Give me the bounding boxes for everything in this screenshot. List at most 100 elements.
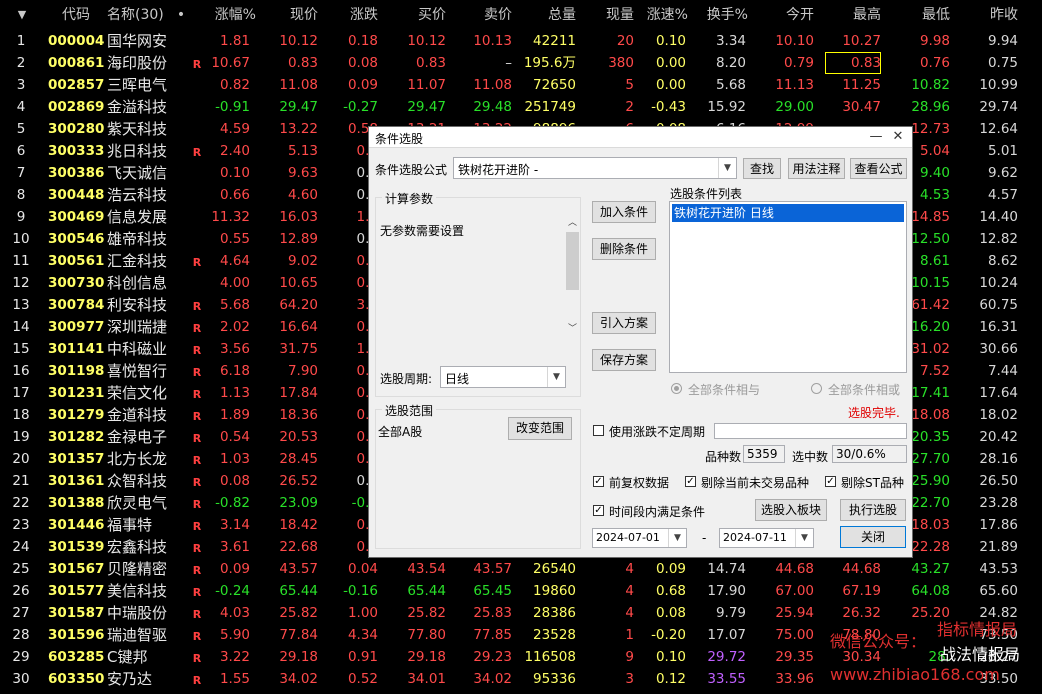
- table-row[interactable]: 25 301567 贝隆精密 R 0.09 43.57 0.04 43.54 43.57 2654…: [0, 558, 1042, 580]
- chevron-down-icon[interactable]: ▼: [668, 529, 686, 547]
- table-cell: 64.08: [911, 583, 950, 599]
- dialog-titlebar[interactable]: 条件选股 — ✕: [369, 127, 912, 148]
- import-scheme-button[interactable]: 引入方案: [592, 312, 656, 334]
- table-cell: 4.34: [347, 627, 378, 643]
- condition-list-item[interactable]: 铁树花开进阶 日线: [672, 204, 904, 222]
- stock-screener-dialog: 条件选股 — ✕ 条件选股公式 铁树花开进阶 - ▼ 查找 用法注释 查看公式 …: [368, 126, 913, 558]
- table-cell: 3: [625, 671, 634, 687]
- minimize-icon[interactable]: —: [864, 127, 888, 147]
- find-button[interactable]: 查找: [743, 158, 781, 179]
- table-cell: 67.00: [775, 583, 814, 599]
- table-cell: –: [505, 55, 512, 71]
- row-index: 20: [12, 451, 30, 467]
- table-cell: 4.60: [287, 187, 318, 203]
- exclude-suspended-checkbox[interactable]: ✓: [685, 476, 696, 487]
- date-to-select[interactable]: 2024-07-11 ▼: [719, 528, 814, 548]
- formula-select[interactable]: 铁树花开进阶 - ▼: [453, 157, 737, 179]
- row-index: 22: [12, 495, 30, 511]
- or-radio[interactable]: [811, 383, 822, 394]
- delete-condition-button[interactable]: 删除条件: [592, 238, 656, 260]
- table-cell: 0.55: [219, 231, 250, 247]
- column-header[interactable]: 涨跌: [322, 0, 378, 30]
- column-header[interactable]: 买价: [390, 0, 446, 30]
- usage-notes-button[interactable]: 用法注释: [788, 158, 845, 179]
- stock-code: 300280: [48, 121, 105, 137]
- sort-icon[interactable]: ▼: [12, 0, 32, 30]
- table-cell: 20.53: [279, 429, 318, 445]
- table-row[interactable]: 3 002857 三晖电气 0.82 11.08 0.09 11.07 11.08 72650 5…: [0, 74, 1042, 96]
- column-header[interactable]: 总量: [516, 0, 576, 30]
- row-index: 15: [12, 341, 30, 357]
- table-cell: 195.6万: [523, 55, 576, 71]
- row-index: 27: [12, 605, 30, 621]
- column-header[interactable]: 最高: [825, 0, 881, 30]
- run-screening-button[interactable]: 执行选股: [840, 499, 906, 521]
- scroll-thumb[interactable]: [566, 232, 579, 290]
- add-condition-button[interactable]: 加入条件: [592, 201, 656, 223]
- table-row[interactable]: 1 000004 国华网安 1.81 10.12 0.18 10.12 10.13 42211 2…: [0, 30, 1042, 52]
- use-period-checkbox[interactable]: [593, 425, 604, 436]
- chevron-down-icon[interactable]: ▼: [718, 158, 736, 178]
- stock-code: 300546: [48, 231, 105, 247]
- exclude-st-checkbox[interactable]: ✓: [825, 476, 836, 487]
- stock-name: 安乃达: [107, 670, 153, 688]
- status-text: 选股完毕.: [848, 406, 900, 420]
- table-cell: 33.55: [707, 671, 746, 687]
- stock-name: 深圳瑞捷: [107, 318, 168, 336]
- close-icon[interactable]: ✕: [886, 127, 910, 147]
- table-cell: 43.57: [473, 561, 512, 577]
- table-cell: 25.82: [279, 605, 318, 621]
- column-header[interactable]: 涨幅%: [200, 0, 256, 30]
- column-header[interactable]: 现价: [262, 0, 318, 30]
- column-header[interactable]: 今开: [758, 0, 814, 30]
- change-scope-button[interactable]: 改变范围: [508, 417, 572, 440]
- chevron-down-icon[interactable]: ▼: [795, 529, 813, 547]
- stock-name: 金禄电子: [107, 428, 168, 446]
- row-index: 12: [12, 275, 30, 291]
- table-row[interactable]: 27 301587 中瑞股份 R 4.03 25.82 1.00 25.82 25.83 2838…: [0, 602, 1042, 624]
- column-header[interactable]: 换手%: [700, 0, 748, 30]
- period-select[interactable]: 日线 ▼: [440, 366, 566, 388]
- table-cell: 3.61: [219, 539, 250, 555]
- column-header[interactable]: 昨收: [958, 0, 1018, 30]
- table-cell: 0.68: [655, 583, 686, 599]
- scroll-up-icon[interactable]: ︿: [565, 216, 580, 230]
- table-row[interactable]: 2 000861 海印股份 R 10.67 0.83 0.08 0.83–195.6万 380 0…: [0, 52, 1042, 74]
- table-cell: 0.10: [655, 33, 686, 49]
- to-block-button[interactable]: 选股入板块: [755, 499, 827, 521]
- view-formula-button[interactable]: 查看公式: [850, 158, 907, 179]
- column-header[interactable]: 现量: [582, 0, 634, 30]
- period-input[interactable]: [714, 423, 907, 439]
- column-header[interactable]: •: [174, 0, 188, 30]
- save-scheme-button[interactable]: 保存方案: [592, 349, 656, 371]
- table-cell: 9.98: [919, 33, 950, 49]
- table-row[interactable]: 4 002869 金溢科技 -0.91 29.47 -0.27 29.47 29.48 2517…: [0, 96, 1042, 118]
- time-range-checkbox[interactable]: ✓: [593, 505, 604, 516]
- table-cell: 12.82: [979, 231, 1018, 247]
- and-radio[interactable]: [671, 383, 682, 394]
- condition-list[interactable]: 铁树花开进阶 日线: [669, 201, 907, 373]
- or-label: 全部条件相或: [828, 383, 901, 397]
- column-header[interactable]: 名称(30): [107, 0, 179, 30]
- stock-code: 301361: [48, 473, 105, 489]
- table-cell: 380: [608, 55, 634, 71]
- row-index: 2: [16, 55, 26, 71]
- date-from-select[interactable]: 2024-07-01 ▼: [592, 528, 687, 548]
- column-header[interactable]: 卖价: [456, 0, 512, 30]
- params-scrollbar[interactable]: ︿ ﹀: [565, 216, 580, 336]
- row-index: 19: [12, 429, 30, 445]
- table-row[interactable]: 26 301577 美信科技 R -0.24 65.44 -0.16 65.44 65.45 19…: [0, 580, 1042, 602]
- close-button[interactable]: 关闭: [840, 526, 906, 548]
- table-cell: 28.96: [911, 99, 950, 115]
- adj-label: 前复权数据: [609, 476, 670, 490]
- chevron-down-icon[interactable]: ▼: [547, 367, 565, 387]
- adj-checkbox[interactable]: ✓: [593, 476, 604, 487]
- scroll-down-icon[interactable]: ﹀: [565, 322, 580, 336]
- column-header[interactable]: 代码: [48, 0, 104, 30]
- table-cell: 8.62: [987, 253, 1018, 269]
- row-index: 26: [12, 583, 30, 599]
- column-header[interactable]: 涨速%: [640, 0, 688, 30]
- column-header[interactable]: 最低: [890, 0, 950, 30]
- exclude-suspended-label: 剔除当前未交易品种: [701, 476, 810, 490]
- table-cell: 6.18: [219, 363, 250, 379]
